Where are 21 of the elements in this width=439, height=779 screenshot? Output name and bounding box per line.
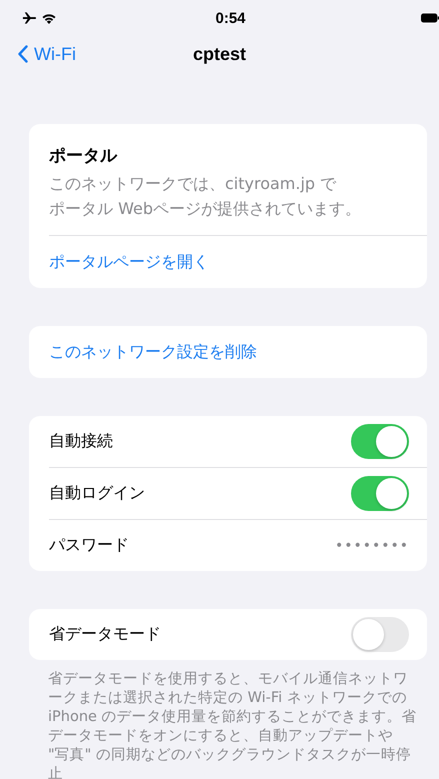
low-data-description: 省データモードを使用すると、モバイル通信ネットワークまたは選択された特定の Wi-Fi ネットワークでの iPhone のデータ使用量を節約することができます。省データモードをオンにすると、自動アップデートや "写真" の同期などのバックグラウンドタスクが一時停止 xyxy=(48,670,417,779)
navigation-title: cptest xyxy=(193,44,246,64)
setting-label: 自動ログイン xyxy=(49,483,145,504)
forget-network-link[interactable]: このネットワーク設定を削除 xyxy=(29,326,427,378)
battery-icon xyxy=(421,13,439,23)
toggle-switch[interactable] xyxy=(351,617,409,652)
setting-label: 自動接続 xyxy=(49,431,113,452)
wifi-icon xyxy=(41,12,57,24)
open-portal-link[interactable]: ポータルページを開く xyxy=(29,236,427,288)
back-button[interactable]: Wi-Fi xyxy=(18,44,76,64)
portal-description-line: ポータル Webページが提供されています。 xyxy=(49,198,362,220)
toggle-switch[interactable] xyxy=(351,476,409,511)
portal-title: ポータル xyxy=(49,145,118,167)
chevron-left-icon xyxy=(18,45,28,63)
portal-description-line: このネットワークでは、cityroam.jp で xyxy=(49,173,338,195)
setting-label: 省データモード xyxy=(49,624,161,645)
password-dots: •••••••• xyxy=(334,538,409,554)
airplane-icon xyxy=(22,12,37,24)
toggle-switch[interactable] xyxy=(351,424,409,459)
setting-label: パスワード xyxy=(49,535,129,556)
status-time: 0:54 xyxy=(215,10,246,26)
